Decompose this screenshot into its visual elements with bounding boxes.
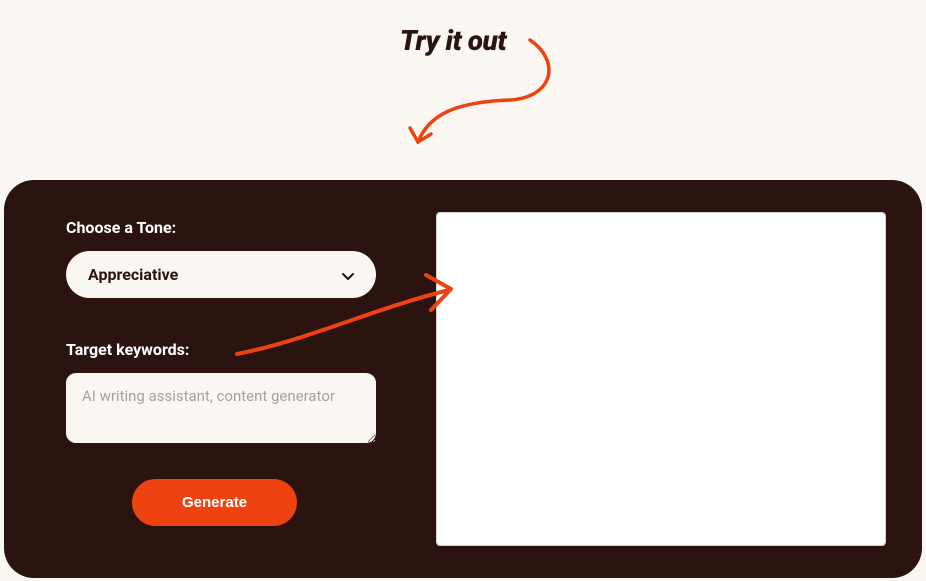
form-column: Choose a Tone: Appreciative Target keywo… bbox=[36, 212, 416, 546]
output-content bbox=[437, 213, 885, 546]
curved-arrow-icon bbox=[400, 32, 570, 172]
horizontal-arrow-icon bbox=[229, 270, 469, 360]
tone-label: Choose a Tone: bbox=[66, 218, 416, 237]
generate-button[interactable]: Generate bbox=[132, 479, 297, 526]
header-section: Try it out bbox=[0, 0, 926, 180]
main-panel: Choose a Tone: Appreciative Target keywo… bbox=[4, 180, 922, 578]
keywords-input[interactable] bbox=[66, 373, 376, 443]
output-panel[interactable] bbox=[436, 212, 886, 546]
tone-select-value: Appreciative bbox=[88, 265, 178, 284]
